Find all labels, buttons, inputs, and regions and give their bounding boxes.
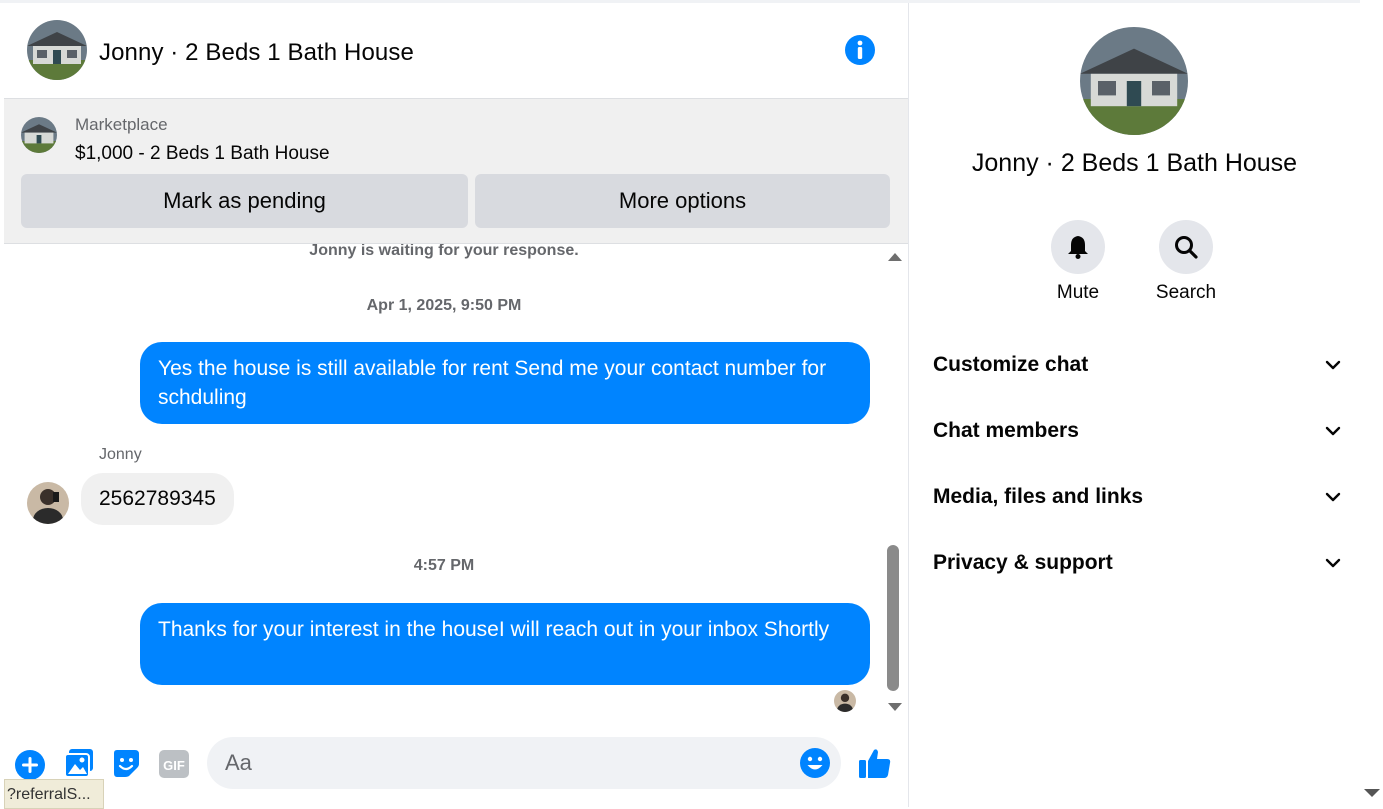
thumbs-up-icon[interactable] xyxy=(857,746,893,782)
scroll-up-arrow-icon[interactable] xyxy=(888,253,902,261)
marketplace-label: Marketplace xyxy=(75,115,168,134)
window-scrollbar[interactable] xyxy=(1362,0,1383,807)
waiting-notice: Jonny is waiting for your response. xyxy=(309,244,579,259)
chevron-down-icon xyxy=(1325,426,1341,436)
more-options-button[interactable]: More options xyxy=(475,174,890,228)
section-privacy-support[interactable]: Privacy & support xyxy=(933,535,1343,591)
gif-icon[interactable]: GIF xyxy=(158,749,190,781)
scroll-thumb[interactable] xyxy=(887,545,899,691)
window-scroll-down-arrow-icon[interactable] xyxy=(1364,789,1380,797)
mute-action[interactable]: Mute xyxy=(1028,220,1128,304)
photo-icon[interactable] xyxy=(63,747,95,779)
chat-panel: Jonny · 2 Beds 1 Bath House Marketplace … xyxy=(4,3,909,809)
search-action[interactable]: Search xyxy=(1136,220,1236,304)
outgoing-message[interactable]: Yes the house is still available for ren… xyxy=(140,342,870,424)
chevron-down-icon xyxy=(1325,360,1341,370)
status-url-tooltip: ?referralS... xyxy=(4,779,104,809)
message-scrollbar[interactable] xyxy=(885,249,902,719)
svg-text:GIF: GIF xyxy=(163,758,185,773)
section-chat-members[interactable]: Chat members xyxy=(933,403,1343,459)
emoji-icon[interactable] xyxy=(799,747,831,779)
mute-label: Mute xyxy=(1056,282,1100,303)
mark-as-pending-button[interactable]: Mark as pending xyxy=(21,174,468,228)
message-composer: GIF xyxy=(4,729,908,807)
message-input[interactable] xyxy=(207,737,841,789)
chevron-down-icon xyxy=(1325,558,1341,568)
search-icon xyxy=(1175,236,1198,259)
listing-avatar[interactable] xyxy=(27,20,87,80)
sender-name: Jonny xyxy=(99,446,142,463)
marketplace-banner: Marketplace $1,000 - 2 Beds 1 Bath House… xyxy=(4,99,908,244)
search-label: Search xyxy=(1155,282,1217,303)
timestamp: Apr 1, 2025, 9:50 PM xyxy=(366,297,522,314)
message-list: Jonny is waiting for your response. Apr … xyxy=(4,244,884,724)
mute-button[interactable] xyxy=(1051,220,1105,274)
listing-thumbnail xyxy=(21,117,57,153)
seen-indicator-avatar xyxy=(834,690,856,712)
section-media-files-links[interactable]: Media, files and links xyxy=(933,469,1343,525)
incoming-message[interactable]: 2562789345 xyxy=(81,473,234,525)
details-listing-avatar[interactable] xyxy=(1080,27,1188,135)
scroll-down-arrow-icon[interactable] xyxy=(888,703,902,711)
search-button[interactable] xyxy=(1159,220,1213,274)
chevron-down-icon xyxy=(1325,492,1341,502)
timestamp: 4:57 PM xyxy=(413,557,475,574)
conversation-title: Jonny · 2 Beds 1 Bath House xyxy=(99,39,414,66)
info-icon[interactable] xyxy=(844,34,876,66)
details-title: Jonny · 2 Beds 1 Bath House xyxy=(971,149,1298,177)
sender-avatar[interactable] xyxy=(27,482,69,524)
listing-title[interactable]: $1,000 - 2 Beds 1 Bath House xyxy=(75,143,330,165)
sticker-icon[interactable] xyxy=(110,747,142,779)
details-panel: Jonny · 2 Beds 1 Bath House Mute Search … xyxy=(909,3,1360,807)
section-customize-chat[interactable]: Customize chat xyxy=(933,337,1343,393)
outgoing-message[interactable]: Thanks for your interest in the houseI w… xyxy=(140,603,870,685)
plus-icon[interactable] xyxy=(14,749,46,781)
chat-header: Jonny · 2 Beds 1 Bath House xyxy=(4,3,908,99)
bell-icon xyxy=(1068,236,1088,259)
